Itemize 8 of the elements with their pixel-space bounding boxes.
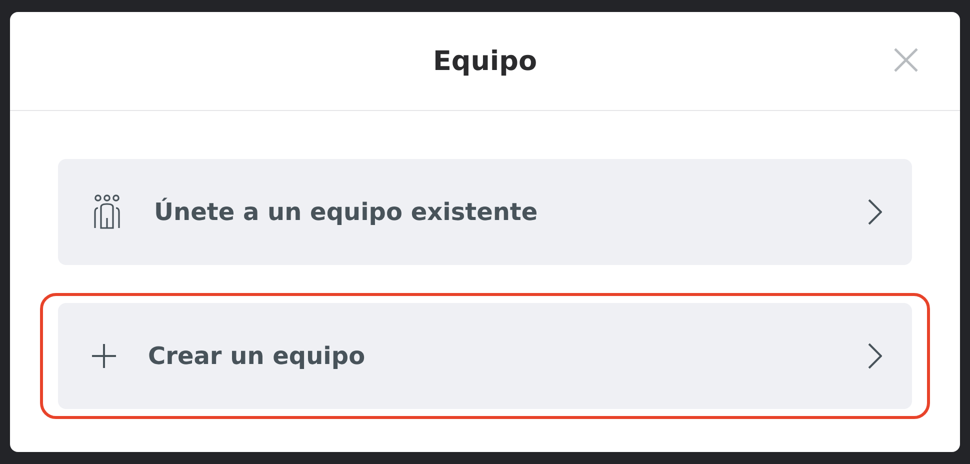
chevron-right-icon bbox=[868, 343, 882, 369]
menu-option[interactable]: Crear un equipo bbox=[58, 303, 912, 409]
close-button[interactable] bbox=[892, 46, 920, 74]
menu-option[interactable]: Únete a un equipo existente bbox=[58, 159, 912, 265]
close-icon bbox=[892, 46, 920, 74]
plus-icon bbox=[90, 342, 118, 370]
chevron-right-icon bbox=[868, 199, 882, 225]
dialog-title: Equipo bbox=[432, 46, 538, 76]
